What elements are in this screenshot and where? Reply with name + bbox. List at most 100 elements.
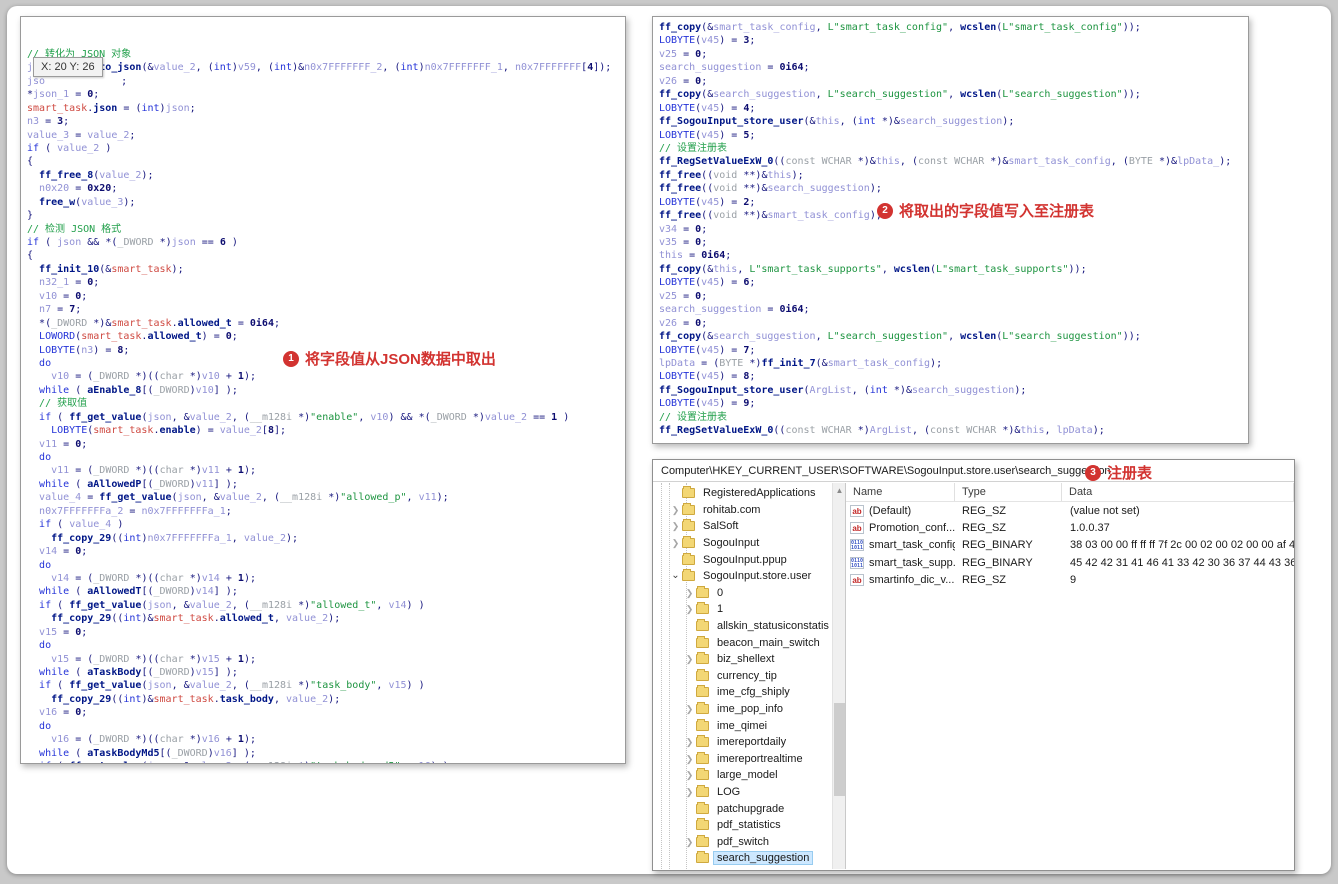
collapse-arrow-icon[interactable]: ⌄	[669, 568, 682, 584]
tree-item-label: ime_cfg_shiply	[717, 686, 790, 699]
code-line: {	[27, 250, 34, 262]
column-header-name[interactable]: Name	[846, 483, 955, 501]
registry-tree-item[interactable]: ❯ pdf_switch	[653, 833, 832, 850]
registry-tree-item[interactable]: ❯ SalSoft	[653, 518, 832, 535]
scrollbar-up-icon[interactable]: ▲	[833, 484, 845, 498]
value-data: (value not set)	[1070, 504, 1140, 517]
tree-item-label: SogouInput	[703, 537, 760, 550]
tree-item-label: rohitab.com	[703, 503, 761, 516]
registry-value-row[interactable]: ab smartinfo_dic_v... REG_SZ 9	[846, 571, 1294, 588]
code-line: ff_free((void **)&this);	[659, 169, 804, 181]
expand-arrow-icon[interactable]: ❯	[683, 701, 696, 717]
registry-tree-item[interactable]: search_suggestion	[653, 850, 832, 867]
registry-tree-item[interactable]: ❯ 0	[653, 585, 832, 602]
registry-tree-item[interactable]: RegisteredApplications	[653, 485, 832, 502]
code-line: if ( ff_get_value(json, &value_2, (__m12…	[39, 599, 425, 611]
expand-arrow-icon[interactable]: ❯	[669, 535, 682, 551]
registry-value-row[interactable]: 0110 1011 smart_task_supp... REG_BINARY 45 …	[846, 554, 1294, 571]
registry-tree-item[interactable]: ime_cfg_shiply	[653, 684, 832, 701]
registry-tree-item[interactable]: ime_qimei	[653, 717, 832, 734]
expand-arrow-icon[interactable]: ❯	[683, 751, 696, 767]
decompiler-panel-left[interactable]: X: 20 Y: 26 // 转化为 JSON 对象 json_1 = ff_to…	[20, 16, 626, 764]
value-name: (Default)	[869, 504, 912, 517]
registry-tree-item[interactable]: ❯ ime_pop_info	[653, 701, 832, 718]
registry-address-bar[interactable]: Computer\HKEY_CURRENT_USER\SOFTWARE\Sogo…	[653, 460, 1294, 482]
expand-arrow-icon[interactable]: ❯	[669, 518, 682, 534]
expand-arrow-icon[interactable]: ❯	[683, 651, 696, 667]
tree-item-label: imereportrealtime	[717, 752, 803, 765]
registry-tree-item[interactable]: ❯ 1	[653, 601, 832, 618]
tree-item-label: SalSoft	[703, 520, 739, 533]
registry-tree-item[interactable]: beacon_main_switch	[653, 634, 832, 651]
code-line: v26 = 0;	[659, 75, 708, 87]
value-name: smart_task_config	[869, 539, 955, 552]
expand-arrow-icon[interactable]: ❯	[683, 834, 696, 850]
folder-icon	[696, 851, 709, 864]
annotation-2-badge: 2	[877, 202, 893, 219]
registry-value-row[interactable]: ab (Default) REG_SZ (value not set)	[846, 502, 1294, 519]
code-line: // 检测 JSON 格式	[27, 223, 122, 235]
expand-arrow-icon[interactable]: ❯	[683, 585, 696, 601]
value-name: Promotion_conf...	[869, 521, 955, 534]
registry-tree-item[interactable]: ❯ SogouInput	[653, 535, 832, 552]
tree-item-label: 1	[717, 603, 724, 616]
registry-tree-item[interactable]: ❯ rohitab.com	[653, 502, 832, 519]
registry-tree-item[interactable]: ❯ imereportrealtime	[653, 751, 832, 768]
folder-icon	[696, 801, 709, 814]
scrollbar-thumb[interactable]	[834, 703, 845, 796]
tree-item-label: currency_tip	[717, 669, 777, 682]
tree-item-label: allskin_statusiconstatis	[717, 620, 829, 633]
code-line: ff_SogouInput_store_user(&this, (int *)&…	[659, 116, 1015, 128]
code-line: if ( ff_get_value(json, &value_2, (__m12…	[27, 760, 625, 763]
code-line: v14 = (_DWORD *)((char *)v14 + 1);	[51, 572, 256, 584]
code-line: ff_copy(&search_suggestion, L"search_sug…	[659, 331, 1141, 343]
code-line: *(_DWORD *)&smart_task.allowed_t = 0i64;	[39, 317, 281, 329]
binary-value-icon: 0110 1011	[850, 539, 864, 552]
code-line: // 设置注册表	[659, 142, 728, 154]
tree-item-label: search_suggestion	[712, 851, 814, 866]
code-line: LOBYTE(v45) = 8;	[659, 371, 756, 383]
column-header-data[interactable]: Data	[1062, 483, 1294, 501]
code-line: while ( aTaskBodyMd5[(_DWORD)v16] );	[39, 747, 256, 759]
expand-arrow-icon[interactable]: ❯	[683, 767, 696, 783]
code-line: ff_init_10(&smart_task);	[39, 263, 184, 275]
registry-tree-item[interactable]: ❯ LOG	[653, 784, 832, 801]
registry-tree-item[interactable]: allskin_statusiconstatis	[653, 618, 832, 635]
column-header-type[interactable]: Type	[955, 483, 1062, 501]
registry-tree-item[interactable]: ❯ biz_shellext	[653, 651, 832, 668]
annotation-2-text: 将取出的字段值写入至注册表	[899, 203, 1095, 220]
code-line: if ( json && *(_DWORD *)json == 6 )	[27, 237, 238, 249]
folder-icon	[696, 768, 709, 781]
code-line: search_suggestion = 0i64;	[659, 62, 810, 74]
value-name: smart_task_supp...	[869, 556, 955, 569]
code-line: while ( aEnable_8[(_DWORD)v10] );	[39, 384, 238, 396]
expand-arrow-icon[interactable]: ❯	[669, 502, 682, 518]
registry-value-row[interactable]: ab Promotion_conf... REG_SZ 1.0.0.37	[846, 519, 1294, 536]
registry-tree-item[interactable]: pdf_statistics	[653, 817, 832, 834]
folder-icon	[696, 619, 709, 632]
registry-tree-item[interactable]: ❯ large_model	[653, 767, 832, 784]
annotation-1-badge: 1	[283, 350, 299, 367]
code-line: ff_free_8(value_2);	[39, 169, 154, 181]
registry-tree-item[interactable]: currency_tip	[653, 668, 832, 685]
decompiler-panel-right[interactable]: ff_copy(&smart_task_config, L"smart_task…	[652, 16, 1249, 444]
folder-icon	[696, 718, 709, 731]
registry-tree-item[interactable]: SogouInput.ppup	[653, 551, 832, 568]
code-line: LOBYTE(v45) = 3;	[659, 35, 756, 47]
folder-icon	[696, 652, 709, 665]
tree-scrollbar[interactable]: ▲	[832, 483, 845, 869]
registry-tree-item[interactable]: ⌄ SogouInput.store.user	[653, 568, 832, 585]
registry-value-row[interactable]: 0110 1011 smart_task_config REG_BINARY 38 0…	[846, 537, 1294, 554]
registry-tree-item[interactable]: ❯ imereportdaily	[653, 734, 832, 751]
expand-arrow-icon[interactable]: ❯	[683, 784, 696, 800]
code-line: search_suggestion = 0i64;	[659, 304, 810, 316]
code-line: LOBYTE(v45) = 9;	[659, 398, 756, 410]
expand-arrow-icon[interactable]: ❯	[683, 601, 696, 617]
code-line: n7 = 7;	[39, 304, 82, 316]
expand-arrow-icon[interactable]: ❯	[683, 734, 696, 750]
code-line: json_1 = ff_to_json(&value_2, (int)v59, …	[27, 62, 612, 74]
tree-item-label: pdf_statistics	[717, 819, 781, 832]
folder-icon	[682, 502, 695, 515]
registry-tree-item[interactable]: patchupgrade	[653, 800, 832, 817]
code-line: ff_free((void **)&search_suggestion);	[659, 183, 882, 195]
